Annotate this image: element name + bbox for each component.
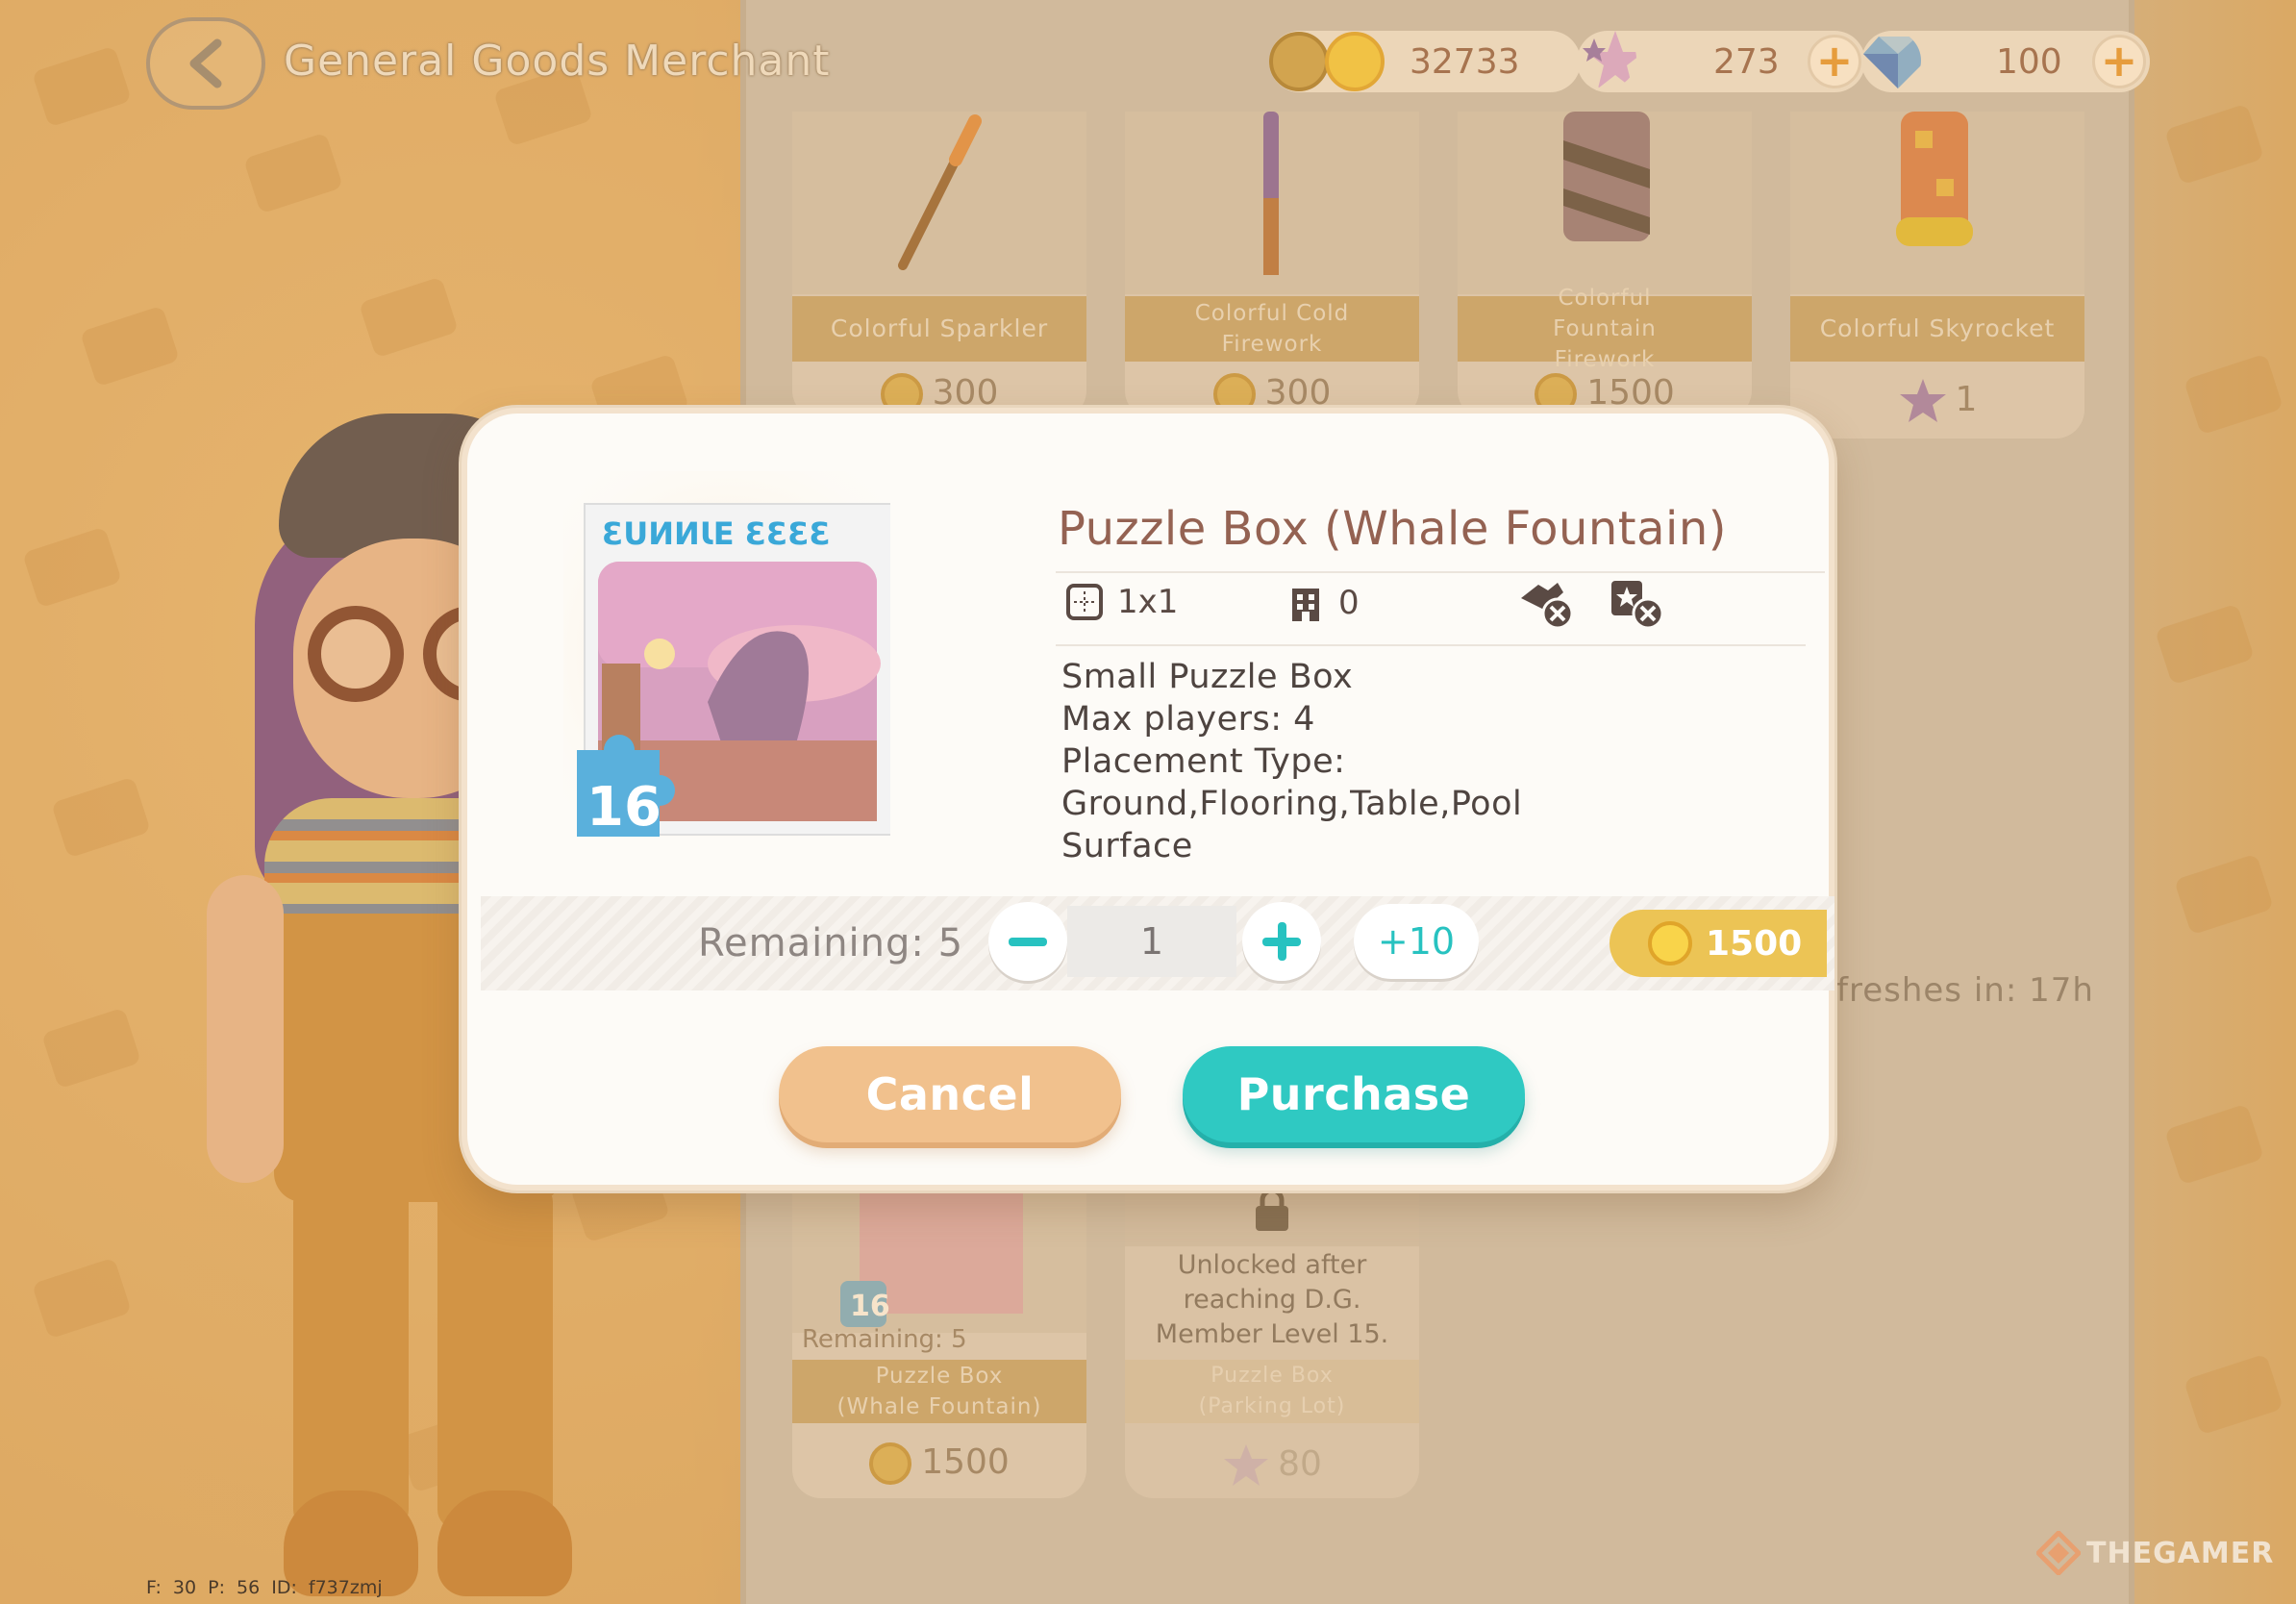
decrease-quantity-button[interactable] <box>988 902 1067 981</box>
description-line: Small Puzzle Box <box>1061 658 1354 696</box>
increase-quantity-button[interactable] <box>1242 902 1321 981</box>
box-label: ƐUИИƖE ƐƐƐƐ <box>602 515 831 552</box>
capacity-stat: 0 <box>1286 583 1360 623</box>
title-divider <box>1056 571 1825 573</box>
capacity-value: 0 <box>1338 584 1360 622</box>
grid-icon <box>1066 584 1103 620</box>
remaining-count: Remaining: 5 <box>698 921 964 965</box>
total-price: 1500 <box>1610 910 1827 977</box>
quantity-input[interactable]: 1 <box>1067 906 1236 977</box>
add-ten-button[interactable]: +10 <box>1354 904 1479 979</box>
debug-info: F: 30 P: 56 ID: f737zmj <box>146 1577 383 1598</box>
description-line: Max players: 4 <box>1061 700 1315 739</box>
stats-divider <box>1056 644 1806 646</box>
dialog-title: Puzzle Box (Whale Fountain) <box>1058 502 1727 556</box>
puzzle-box-image: ƐUИИƖE ƐƐƐƐ 16 <box>535 452 919 856</box>
description-line: Surface <box>1061 827 1193 865</box>
coin-icon <box>1648 921 1692 965</box>
not-giftable-icon <box>1611 581 1664 630</box>
purchase-button[interactable]: Purchase <box>1183 1046 1525 1142</box>
building-icon <box>1292 589 1319 621</box>
watermark: THEGAMER <box>2036 1531 2274 1575</box>
minus-icon <box>1009 938 1047 946</box>
not-tradable-icon <box>1521 583 1574 630</box>
total-price-value: 1500 <box>1706 923 1803 964</box>
thegamer-logo-icon <box>2036 1531 2081 1575</box>
size-value: 1x1 <box>1117 583 1179 621</box>
cancel-button[interactable]: Cancel <box>779 1046 1121 1142</box>
piece-count-badge: 16 <box>586 776 661 837</box>
purchase-dialog: ƐUИИƖE ƐƐƐƐ 16 Puzzle Box (Whale Fountai… <box>462 408 1834 1190</box>
item-description: Small Puzzle Box Max players: 4 Placemen… <box>1061 656 1792 867</box>
plus-icon <box>1262 922 1301 961</box>
size-stat: 1x1 <box>1065 583 1178 621</box>
watermark-text: THEGAMER <box>2086 1536 2275 1570</box>
description-line: Placement Type: Ground,Flooring,Table,Po… <box>1061 742 1523 823</box>
